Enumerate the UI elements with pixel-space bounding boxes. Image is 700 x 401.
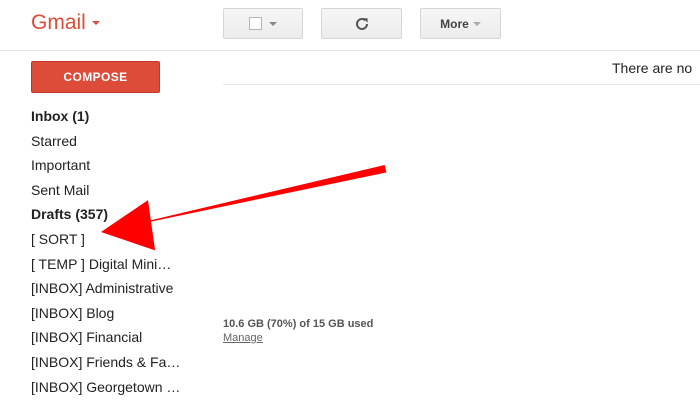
top-toolbar: Gmail More: [0, 0, 700, 51]
sidebar-item-drafts-357[interactable]: Drafts (357): [31, 202, 196, 227]
divider: [223, 84, 700, 85]
sidebar-item-inbox-financial[interactable]: [INBOX] Financial: [31, 325, 196, 350]
refresh-button[interactable]: [321, 8, 402, 39]
gmail-menu[interactable]: Gmail: [31, 10, 100, 36]
chevron-down-icon: [269, 21, 277, 26]
more-button[interactable]: More: [420, 8, 501, 39]
gmail-brand-label: Gmail: [31, 11, 86, 34]
empty-inbox-notice: There are no: [612, 60, 693, 76]
compose-button[interactable]: COMPOSE: [31, 61, 160, 93]
chevron-down-icon: [91, 21, 100, 26]
sidebar-item-inbox-1[interactable]: Inbox (1): [31, 104, 196, 129]
more-button-label: More: [440, 16, 469, 31]
sidebar-item-sent-mail[interactable]: Sent Mail: [31, 178, 196, 203]
sidebar-item-inbox-blog[interactable]: [INBOX] Blog: [31, 301, 196, 326]
manage-storage-link[interactable]: Manage: [223, 332, 373, 344]
sidebar-item-important[interactable]: Important: [31, 153, 196, 178]
select-button[interactable]: [223, 8, 303, 39]
chevron-down-icon: [472, 21, 481, 26]
refresh-icon: [355, 17, 368, 30]
storage-info: 10.6 GB (70%) of 15 GB used Manage: [223, 318, 373, 344]
compose-button-label: COMPOSE: [63, 70, 128, 84]
sidebar-nav: Inbox (1) Starred Important Sent Mail Drafts…: [31, 104, 196, 399]
sidebar-item-inbox-georgetown[interactable]: [INBOX] Georgetown …: [31, 375, 196, 400]
sidebar-item-starred[interactable]: Starred: [31, 129, 196, 154]
sidebar-item-temp-digital-mini[interactable]: [ TEMP ] Digital Mini…: [31, 252, 196, 277]
storage-usage-text: 10.6 GB (70%) of 15 GB used: [223, 318, 374, 330]
checkbox-icon: [249, 17, 262, 30]
sidebar-item-inbox-administrative[interactable]: [INBOX] Administrative: [31, 276, 196, 301]
sidebar-item-sort[interactable]: [ SORT ]: [31, 227, 196, 252]
sidebar-item-inbox-friends-fa[interactable]: [INBOX] Friends & Fa…: [31, 350, 196, 375]
